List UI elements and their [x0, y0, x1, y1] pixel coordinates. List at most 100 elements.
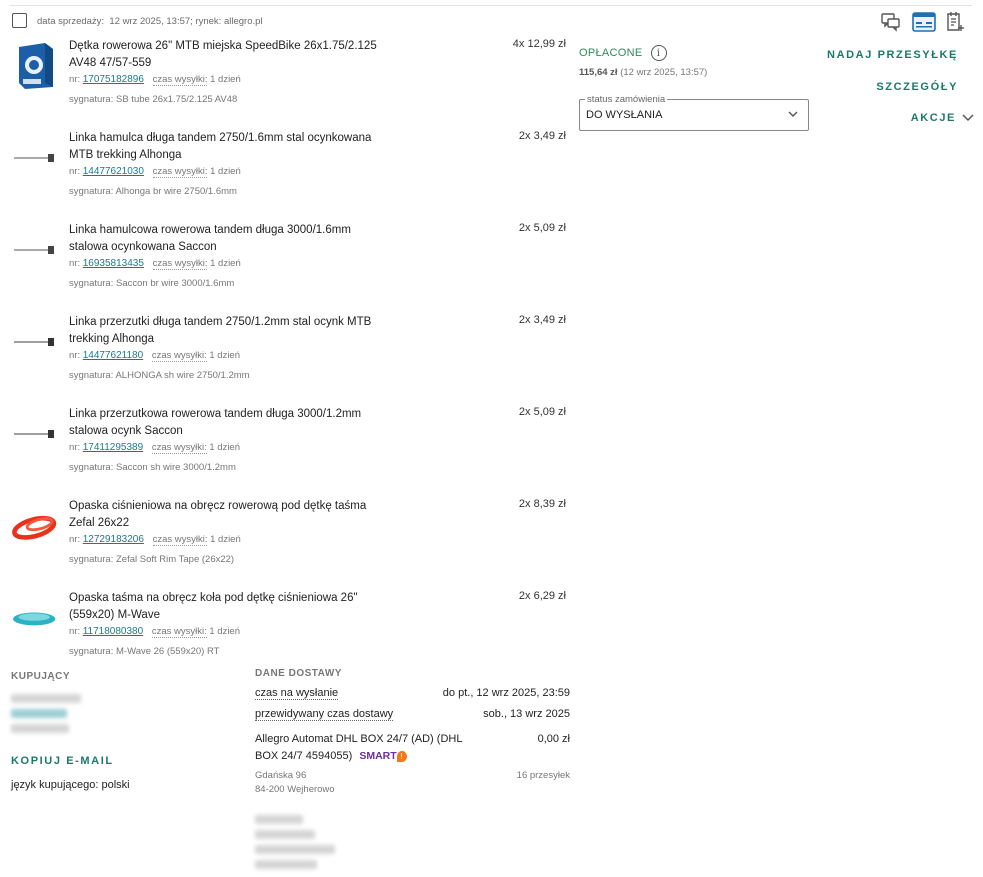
delivery-title: DANE DOSTAWY [255, 668, 342, 679]
signature: sygnatura: M-Wave 26 (559x20) RT [69, 646, 220, 657]
buyer-login-redacted[interactable] [11, 709, 67, 718]
product-name[interactable]: Opaska taśma na obręcz koła pod dętkę ci… [69, 590, 389, 624]
list-item: Linka hamulcowa rowerowa tandem długa 30… [10, 222, 570, 314]
offer-meta: nr: 16935813435 czas wysyłki: 1 dzień [69, 258, 241, 270]
product-name[interactable]: Linka przerzutkowa rowerowa tandem długa… [69, 406, 389, 440]
product-price: 2x 3,49 zł [518, 314, 566, 326]
eta-row: przewidywany czas dostawy sob., 13 wrz 2… [255, 708, 570, 721]
product-price: 2x 5,09 zł [518, 222, 566, 234]
offer-meta: nr: 17411295389 czas wysyłki: 1 dzień [69, 442, 240, 454]
product-name[interactable]: Dętka rowerowa 26" MTB miejska SpeedBike… [69, 38, 389, 72]
ship-time-label[interactable]: czas wysyłki: [152, 258, 208, 270]
ship-time-label[interactable]: czas wysyłki: [151, 626, 207, 638]
offer-number-link[interactable]: 14477621180 [83, 350, 143, 361]
list-item: Dętka rowerowa 26" MTB miejska SpeedBike… [10, 38, 570, 130]
sale-date: data sprzedaży: 12 wrz 2025, 13:57; ryne… [37, 16, 263, 27]
list-item: Linka przerzutki długa tandem 2750/1.2mm… [10, 314, 570, 406]
product-thumbnail[interactable] [12, 316, 60, 368]
ship-time-value: 1 dzień [210, 166, 241, 177]
info-icon[interactable]: i [650, 45, 667, 61]
ship-time-label[interactable]: czas wysyłki: [151, 350, 207, 362]
amount-value: 115,64 zł [579, 67, 618, 78]
order-status-select[interactable]: status zamówienia DO WYSŁANIA [579, 94, 809, 131]
product-name[interactable]: Linka przerzutki długa tandem 2750/1.2mm… [69, 314, 389, 348]
signature: sygnatura: ALHONGA sh wire 2750/1.2mm [69, 370, 250, 381]
nr-label: nr: [69, 166, 81, 177]
actions-label: AKCJE [910, 112, 956, 124]
ship-deadline-value: do pt., 12 wrz 2025, 23:59 [442, 687, 570, 699]
ship-time-value: 1 dzień [210, 74, 241, 85]
sale-date-label: data sprzedaży: [37, 16, 105, 27]
product-name[interactable]: Linka hamulca długa tandem 2750/1.6mm st… [69, 130, 389, 164]
product-price: 2x 8,39 zł [518, 498, 566, 510]
product-name[interactable]: Opaska ciśnieniowa na obręcz rowerową po… [69, 498, 389, 532]
top-divider [10, 5, 972, 6]
delivery-method: Allegro Automat DHL BOX 24/7 (AD) (DHL B… [255, 731, 570, 765]
product-thumbnail[interactable] [12, 224, 60, 276]
pickup-address: Gdańska 96 84-200 Wejherowo 16 przesyłek [255, 769, 570, 797]
buyer-title: KUPUJĄCY [11, 671, 71, 682]
ship-time-value: 1 dzień [209, 626, 240, 637]
eta-value: sob., 13 wrz 2025 [483, 708, 570, 720]
ship-time-label[interactable]: czas wysyłki: [152, 166, 208, 178]
ship-time-value: 1 dzień [210, 258, 241, 269]
actions-menu-button[interactable]: AKCJE [911, 112, 974, 124]
product-name[interactable]: Linka hamulcowa rowerowa tandem długa 30… [69, 222, 389, 256]
copy-email-button[interactable]: KOPIUJ E-MAIL [11, 755, 241, 767]
ship-deadline-row: czas na wysłanie do pt., 12 wrz 2025, 23… [255, 687, 570, 700]
product-thumbnail[interactable] [12, 408, 60, 460]
nr-label: nr: [69, 74, 81, 85]
smart-icon: ! [396, 750, 407, 762]
address-city: 84-200 Wejherowo [255, 784, 335, 795]
ship-time-label[interactable]: czas wysyłki: [152, 534, 208, 546]
buyer-section: KUPUJĄCY KOPIUJ E-MAIL język kupującego:… [11, 671, 241, 791]
offer-number-link[interactable]: 14477621030 [83, 166, 144, 177]
nr-label: nr: [69, 534, 81, 545]
nr-label: nr: [69, 350, 81, 361]
sale-date-value: 12 wrz 2025, 13:57; rynek: allegro.pl [109, 16, 263, 27]
notes-icon[interactable] [944, 11, 966, 33]
offer-number-link[interactable]: 16935813435 [83, 258, 144, 269]
recipient-name-redacted [255, 815, 303, 824]
ship-parcel-button[interactable]: NADAJ PRZESYŁKĘ [827, 49, 958, 61]
smart-badge: SMART [359, 750, 397, 762]
product-price: 4x 12,99 zł [512, 38, 566, 50]
order-select-checkbox[interactable] [12, 13, 27, 28]
product-thumbnail[interactable] [12, 592, 60, 644]
paid-status: OPŁACONE i [579, 45, 707, 61]
signature: sygnatura: Saccon br wire 3000/1.6mm [69, 278, 235, 289]
product-thumbnail[interactable] [12, 40, 60, 92]
eta-label[interactable]: przewidywany czas dostawy [255, 708, 394, 721]
buyer-language: język kupującego: polski [11, 779, 130, 791]
address-street: Gdańska 96 [255, 770, 307, 781]
product-thumbnail[interactable] [12, 132, 60, 184]
nr-label: nr: [69, 258, 81, 269]
ship-time-value: 1 dzień [209, 442, 240, 453]
ship-time-label[interactable]: czas wysyłki: [152, 74, 208, 86]
recipient-street-redacted [255, 830, 315, 839]
ship-time-value: 1 dzień [210, 534, 241, 545]
order-status-label: status zamówienia [585, 94, 668, 105]
package-count: 16 przesyłek [516, 770, 570, 781]
offer-meta: nr: 14477621030 czas wysyłki: 1 dzień [69, 166, 241, 178]
chat-icon[interactable] [880, 11, 902, 33]
delivery-section: DANE DOSTAWY czas na wysłanie do pt., 12… [255, 668, 570, 869]
chevron-down-icon [788, 111, 798, 117]
offer-number-link[interactable]: 17411295389 [83, 442, 143, 453]
offer-number-link[interactable]: 11718080380 [83, 626, 143, 637]
offer-number-link[interactable]: 17075182896 [83, 74, 144, 85]
ship-time-label[interactable]: czas wysyłki: [151, 442, 207, 454]
list-item: Linka przerzutkowa rowerowa tandem długa… [10, 406, 570, 498]
invoice-icon[interactable] [912, 11, 936, 33]
top-icons [880, 11, 966, 33]
signature: sygnatura: Alhonga br wire 2750/1.6mm [69, 186, 237, 197]
product-thumbnail[interactable] [12, 500, 60, 552]
recipient-phone-redacted [255, 860, 317, 869]
offer-number-link[interactable]: 12729183206 [83, 534, 144, 545]
buyer-phone-redacted [11, 724, 69, 733]
list-item: Linka hamulca długa tandem 2750/1.6mm st… [10, 130, 570, 222]
recipient-city-redacted [255, 845, 335, 854]
details-button[interactable]: SZCZEGÓŁY [876, 81, 958, 93]
offer-meta: nr: 17075182896 czas wysyłki: 1 dzień [69, 74, 241, 86]
ship-deadline-label[interactable]: czas na wysłanie [255, 687, 339, 700]
